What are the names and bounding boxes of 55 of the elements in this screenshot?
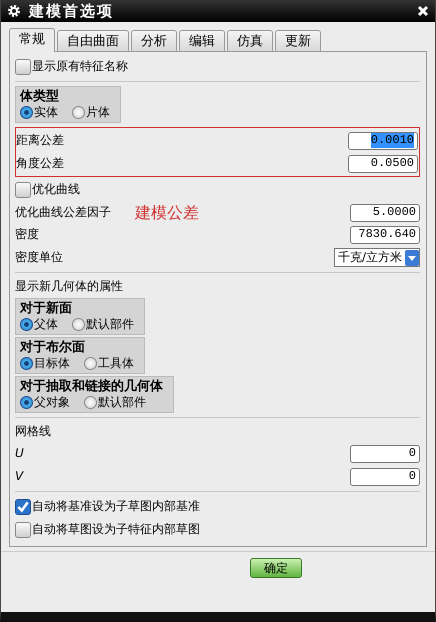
field-label: 距离公差 (16, 133, 64, 148)
checkbox[interactable] (15, 58, 31, 74)
radio-label: 父对象 (34, 395, 70, 410)
section-title: 显示新几何体的属性 (15, 278, 124, 295)
dropdown[interactable]: 千克/立方米 (334, 248, 420, 267)
radio-label: 默认部件 (86, 317, 134, 332)
field-label: 角度公差 (16, 156, 64, 171)
input-field[interactable]: 0.0010 (348, 132, 418, 150)
ok-button[interactable]: 确定 (250, 558, 302, 578)
radio-label: 片体 (86, 105, 110, 120)
group-title: 对于布尔面 (20, 340, 86, 355)
input-field[interactable]: 5.0000 (350, 204, 420, 222)
radio-label: 父体 (34, 317, 58, 332)
checkbox[interactable] (15, 182, 31, 198)
field-label: 优化曲线公差因子 (15, 205, 111, 220)
input-field[interactable]: 0 (350, 444, 420, 462)
radio-button[interactable] (72, 318, 85, 331)
checkbox-label: 优化曲线 (32, 182, 80, 197)
input-field[interactable]: 7830.640 (350, 226, 420, 244)
annotation-text: 建模公差 (134, 205, 200, 220)
radio-button[interactable] (72, 106, 85, 119)
radio-button[interactable] (84, 357, 97, 370)
checkbox-label: 自动将草图设为子特征内部草图 (32, 522, 200, 537)
checkbox-label: 显示原有特征名称 (32, 59, 128, 74)
window-title: 建模首选项 (29, 4, 115, 18)
checkbox[interactable] (15, 498, 31, 514)
field-label: 密度 (15, 227, 39, 242)
checkbox-label: 自动将基准设为子草图内部基准 (32, 499, 200, 514)
tab[interactable]: 更新 (275, 30, 321, 51)
radio-label: 目标体 (34, 356, 70, 371)
radio-label: 实体 (34, 105, 58, 120)
checkbox[interactable] (15, 522, 31, 538)
group-title: 体类型 (20, 89, 60, 104)
section-title: 网格线 (15, 423, 52, 440)
group-title: 对于新面 (20, 301, 73, 316)
input-field[interactable]: 0 (350, 468, 420, 486)
tab[interactable]: 仿真 (227, 30, 273, 51)
tab[interactable]: 分析 (131, 30, 177, 51)
radio-label: 默认部件 (98, 395, 146, 410)
radio-button[interactable] (20, 106, 33, 119)
radio-button[interactable] (84, 396, 97, 409)
tab[interactable]: 编辑 (179, 30, 225, 51)
radio-label: 工具体 (98, 356, 134, 371)
group-title: 对于抽取和链接的几何体 (20, 379, 163, 394)
radio-button[interactable] (20, 318, 33, 331)
field-label: U (15, 446, 24, 461)
field-label: 密度单位 (15, 250, 63, 265)
radio-button[interactable] (20, 396, 33, 409)
tab[interactable]: 常规 (9, 28, 55, 52)
radio-button[interactable] (20, 357, 33, 370)
tab[interactable]: 自由曲面 (57, 30, 129, 51)
gear-icon[interactable] (7, 4, 21, 18)
field-label: V (15, 469, 24, 484)
input-field[interactable]: 0.0500 (348, 154, 418, 172)
close-icon[interactable] (417, 5, 429, 17)
